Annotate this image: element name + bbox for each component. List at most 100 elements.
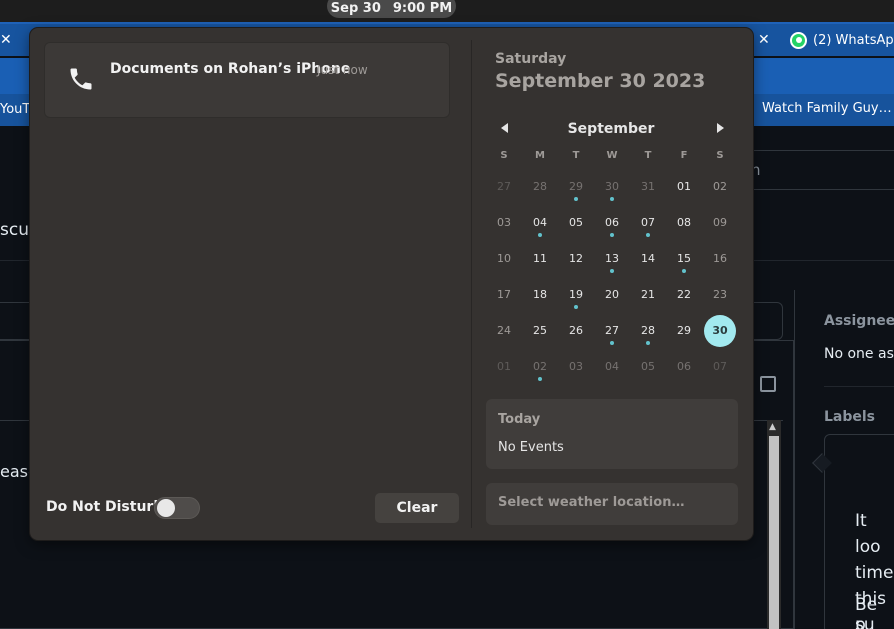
calendar-day-number: 29 xyxy=(677,324,691,337)
calendar-day[interactable]: 06 xyxy=(594,205,630,241)
calendar-day-number: 09 xyxy=(713,216,727,229)
calendar-day-number: 04 xyxy=(605,360,619,373)
previous-month-icon[interactable] xyxy=(501,123,508,133)
calendar-day-number: 27 xyxy=(605,324,619,337)
scroll-up-icon[interactable]: ▲ xyxy=(769,422,776,432)
weather-location-button[interactable]: Select weather location… xyxy=(486,483,738,525)
month-label: September xyxy=(567,121,655,137)
calendar-day[interactable]: 31 xyxy=(630,169,666,205)
labels-heading[interactable]: Labels xyxy=(824,409,875,425)
bookmark-youtube[interactable]: YouT xyxy=(0,102,30,117)
calendar-day-number: 19 xyxy=(569,288,583,301)
calendar-day[interactable]: 14 xyxy=(630,241,666,277)
calendar-day[interactable]: 04 xyxy=(522,205,558,241)
calendar-day[interactable]: 01 xyxy=(486,349,522,385)
next-month-icon[interactable] xyxy=(717,123,724,133)
calendar-day-number: 28 xyxy=(641,324,655,337)
calendar-day[interactable]: 11 xyxy=(522,241,558,277)
tab-whatsapp[interactable]: (2) WhatsApp xyxy=(790,30,894,50)
calendar-day-today[interactable]: 30 xyxy=(702,313,738,349)
calendar-day-number: 27 xyxy=(497,180,511,193)
tab-close-icon[interactable]: ✕ xyxy=(758,32,770,48)
calendar-week-row: 17 18 19 20 21 22 23 xyxy=(486,277,738,313)
calendar-day-number: 28 xyxy=(533,180,547,193)
weekday-label[interactable]: Saturday xyxy=(495,51,566,67)
calendar-day[interactable]: 19 xyxy=(558,277,594,313)
event-dot-icon xyxy=(574,305,578,309)
calendar-day[interactable]: 10 xyxy=(486,241,522,277)
calendar-day[interactable]: 07 xyxy=(630,205,666,241)
calendar-day-number: 30 xyxy=(605,180,619,193)
event-dot-icon xyxy=(682,269,686,273)
tab-close-icon[interactable]: ✕ xyxy=(0,32,12,48)
calendar-day-number: 25 xyxy=(533,324,547,337)
calendar-day[interactable]: 08 xyxy=(666,205,702,241)
calendar-day[interactable]: 05 xyxy=(558,205,594,241)
calendar-day[interactable]: 28 xyxy=(522,169,558,205)
calendar-day[interactable]: 23 xyxy=(702,277,738,313)
calendar-day[interactable]: 18 xyxy=(522,277,558,313)
calendar-day-number: 04 xyxy=(533,216,547,229)
calendar-day[interactable]: 28 xyxy=(630,313,666,349)
calendar-day[interactable]: 02 xyxy=(522,349,558,385)
calendar-day-number: 07 xyxy=(641,216,655,229)
calendar-day[interactable]: 13 xyxy=(594,241,630,277)
edit-icon[interactable] xyxy=(760,376,776,392)
events-section[interactable]: Today No Events xyxy=(486,399,738,469)
calendar-day[interactable]: 27 xyxy=(594,313,630,349)
event-dot-icon xyxy=(574,197,578,201)
popover-line: Be su xyxy=(855,595,878,629)
calendar-day[interactable]: 21 xyxy=(630,277,666,313)
calendar-day[interactable]: 06 xyxy=(666,349,702,385)
weekday-header: T xyxy=(644,150,652,161)
calendar-day-number: 03 xyxy=(497,216,511,229)
event-dot-icon xyxy=(610,341,614,345)
calendar-section: Saturday September 30 2023 September S M T… xyxy=(30,28,753,540)
event-dot-icon xyxy=(538,233,542,237)
event-dot-icon xyxy=(646,341,650,345)
full-date-label[interactable]: September 30 2023 xyxy=(495,70,705,92)
popover-line: time xyxy=(855,563,894,583)
bookmark-family-guy-label: Watch Family Guy… xyxy=(762,101,892,116)
clock-date: Sep 30 xyxy=(330,1,381,16)
event-dot-icon xyxy=(610,197,614,201)
bookmark-family-guy[interactable]: Watch Family Guy… xyxy=(742,101,892,116)
calendar-day[interactable]: 01 xyxy=(666,169,702,205)
calendar-day-number: 02 xyxy=(533,360,547,373)
calendar-day[interactable]: 17 xyxy=(486,277,522,313)
calendar-day[interactable]: 29 xyxy=(558,169,594,205)
calendar-weeks: 27 28 29 30 31 01 02 03 04 05 06 07 08 09 10 11 12 13 14 15… xyxy=(486,169,738,385)
calendar-day[interactable]: 07 xyxy=(702,349,738,385)
whatsapp-icon xyxy=(790,31,807,49)
clock-button[interactable]: Sep 30 9:00 PM xyxy=(327,0,456,18)
calendar-day[interactable]: 03 xyxy=(486,205,522,241)
event-dot-icon xyxy=(538,377,542,381)
calendar-day-number: 08 xyxy=(677,216,691,229)
weather-placeholder: Select weather location… xyxy=(498,495,685,510)
weekday-header: F xyxy=(680,150,688,161)
calendar-day[interactable]: 20 xyxy=(594,277,630,313)
page-search-input[interactable]: n xyxy=(740,150,894,190)
calendar-day[interactable]: 26 xyxy=(558,313,594,349)
calendar-day[interactable]: 29 xyxy=(666,313,702,349)
calendar-day-number: 16 xyxy=(713,252,727,265)
calendar-day[interactable]: 24 xyxy=(486,313,522,349)
calendar-day[interactable]: 22 xyxy=(666,277,702,313)
tab-whatsapp-label: (2) WhatsApp xyxy=(813,32,894,48)
calendar-day[interactable]: 25 xyxy=(522,313,558,349)
calendar-day[interactable]: 15 xyxy=(666,241,702,277)
calendar-day-number: 17 xyxy=(497,288,511,301)
scrollbar-thumb[interactable] xyxy=(769,436,779,629)
calendar-day[interactable]: 05 xyxy=(630,349,666,385)
calendar-day[interactable]: 02 xyxy=(702,169,738,205)
calendar-day-number: 11 xyxy=(533,252,547,265)
calendar-day[interactable]: 09 xyxy=(702,205,738,241)
calendar-day[interactable]: 27 xyxy=(486,169,522,205)
calendar-day[interactable]: 30 xyxy=(594,169,630,205)
events-body: No Events xyxy=(498,440,564,455)
calendar-day[interactable]: 16 xyxy=(702,241,738,277)
calendar-day[interactable]: 04 xyxy=(594,349,630,385)
calendar-day[interactable]: 12 xyxy=(558,241,594,277)
calendar-day[interactable]: 03 xyxy=(558,349,594,385)
assignees-heading[interactable]: Assignees xyxy=(824,313,894,329)
